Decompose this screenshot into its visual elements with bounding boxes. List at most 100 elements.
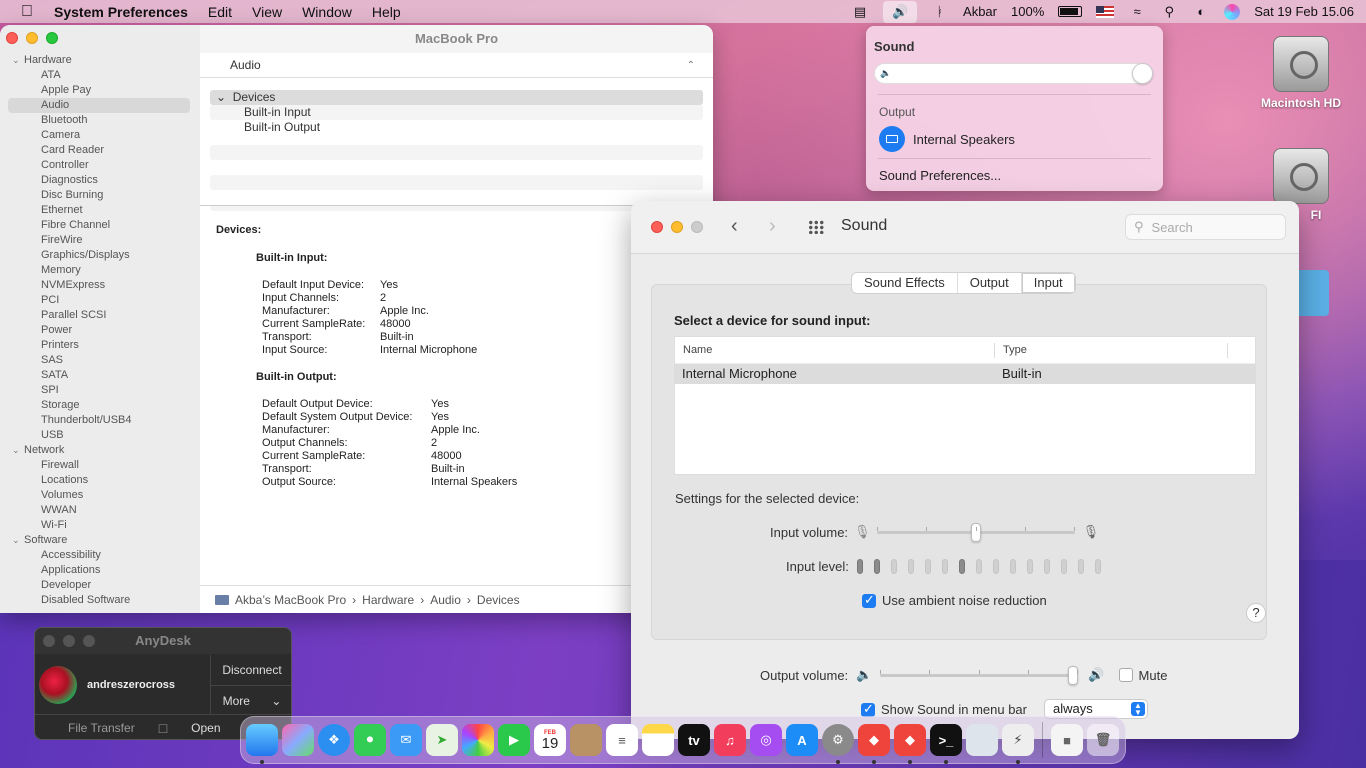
sidebar-item[interactable]: SATA [0,368,200,383]
path-item[interactable]: Devices [477,593,520,607]
collapse-chevron-icon[interactable]: ⌃ [687,53,695,78]
menu-view[interactable]: View [252,4,282,20]
sidebar-item[interactable]: Volumes [0,488,200,503]
ambient-noise-checkbox[interactable] [862,592,876,608]
sidebar-item[interactable]: Bluetooth [0,113,200,128]
sidebar-item[interactable]: Applications [0,563,200,578]
notes-icon[interactable] [642,724,674,756]
apple-menu-icon[interactable]:  [18,3,36,21]
minimize-button[interactable] [671,221,683,233]
sidebar-item[interactable]: Memory [0,263,200,278]
contacts-icon[interactable] [570,724,602,756]
sidebar-item[interactable]: WWAN [0,503,200,518]
sidebar-item[interactable]: Parallel SCSI [0,308,200,323]
anydesk-icon[interactable]: ◆ [858,724,890,764]
show-in-menubar-row[interactable]: Show Sound in menu bar [861,701,1027,717]
column-type-header[interactable]: Type [995,343,1228,358]
user-name[interactable]: Akbar [963,4,997,19]
zoom-button[interactable] [83,635,95,647]
table-row[interactable]: Internal Microphone Built-in [675,364,1255,384]
input-volume-thumb[interactable] [970,522,981,542]
bluetooth-icon[interactable]: ᛓ [931,4,949,20]
path-item[interactable]: Audio [430,593,461,607]
show-all-grid-icon[interactable] [808,220,824,234]
input-volume-slider[interactable] [876,522,1075,542]
path-item[interactable]: Hardware [362,593,414,607]
maps-icon[interactable]: ➤ [426,724,458,756]
podcasts-icon[interactable]: ◎ [750,724,782,756]
photos-icon[interactable] [462,724,494,756]
volume-slider-knob[interactable] [1132,63,1153,84]
sidebar-group[interactable]: ⌄ Software [0,533,200,548]
menu-window[interactable]: Window [302,4,352,20]
menu-edit[interactable]: Edit [208,4,232,20]
section-header[interactable]: Audio ⌃ [200,53,713,78]
tab-output[interactable]: Output [958,273,1022,293]
sidebar-item[interactable]: Camera [0,128,200,143]
sidebar-item[interactable]: Card Reader [0,143,200,158]
sidebar-item[interactable]: Controller [0,158,200,173]
sidebar-item[interactable]: Diagnostics [0,173,200,188]
output-device-internal-speakers[interactable]: Internal Speakers [879,126,1015,152]
spotlight-search-icon[interactable]: ⚲ [1160,4,1178,20]
sound-preferences-link[interactable]: Sound Preferences... [879,168,1001,183]
system-information-icon[interactable]: ⚡ [1002,724,1034,764]
sidebar-item[interactable]: Developer [0,578,200,593]
sidebar-item[interactable]: Printers [0,338,200,353]
sidebar-item[interactable]: Audio [8,98,190,113]
close-button[interactable] [43,635,55,647]
open-button[interactable]: Open [191,721,220,735]
sidebar-item[interactable]: Firewall [0,458,200,473]
safari-icon[interactable]: ❖ [318,724,350,756]
finder-icon[interactable] [246,724,278,764]
show-in-menubar-checkbox[interactable] [861,701,875,717]
chevron-down-icon[interactable]: ⌄ [12,533,24,548]
siri-icon[interactable] [1224,3,1241,20]
sidebar-item[interactable]: Apple Pay [0,83,200,98]
close-button[interactable] [651,221,663,233]
sidebar-item[interactable]: Ethernet [0,203,200,218]
forward-arrow-icon[interactable]: › [769,215,776,238]
popover-volume-slider[interactable]: 🔈 [874,63,1153,84]
volume-icon[interactable]: 🔊 [883,0,918,23]
system-preferences-icon[interactable]: ⚙ [822,724,854,764]
minimize-button[interactable] [26,32,38,44]
tree-builtin-input[interactable]: Built-in Input [210,105,703,120]
sidebar-item[interactable]: NVMExpress [0,278,200,293]
tab-input[interactable]: Input [1021,273,1075,293]
sidebar-item[interactable]: Graphics/Displays [0,248,200,263]
sidebar-item[interactable]: SPI [0,383,200,398]
tree-devices[interactable]: ⌄ Devices [210,90,703,105]
chevron-down-icon[interactable]: ⌄ [12,443,24,458]
sidebar-group[interactable]: ⌄ Hardware [0,53,200,68]
output-volume-slider[interactable] [880,665,1079,685]
sidebar-item[interactable]: Wi-Fi [0,518,200,533]
control-center-icon[interactable]: ◐ [1192,4,1210,20]
activity-monitor-icon[interactable]: ▤ [851,4,869,20]
path-item[interactable]: Akba’s MacBook Pro [235,593,346,607]
reminders-icon[interactable]: ≡ [606,724,638,756]
back-arrow-icon[interactable]: ‹ [731,215,738,238]
zoom-button[interactable] [46,32,58,44]
search-field[interactable]: ⚲ Search [1125,214,1286,240]
disconnect-button[interactable]: Disconnect [210,655,291,685]
mute-checkbox[interactable] [1118,668,1133,682]
tab-sound-effects[interactable]: Sound Effects [852,273,958,293]
apple-tv-icon[interactable]: tv [678,724,710,756]
app-menu[interactable]: System Preferences [54,4,188,20]
sidebar-item[interactable]: Fibre Channel [0,218,200,233]
sidebar-item[interactable]: SAS [0,353,200,368]
close-button[interactable] [6,32,18,44]
sidebar-item[interactable]: Storage [0,398,200,413]
mail-icon[interactable]: ✉ [390,724,422,756]
downloads-stack-icon[interactable]: ■ [1051,724,1083,756]
messages-icon[interactable]: ⚫ [354,724,386,756]
column-name-header[interactable]: Name [675,343,995,358]
chat-icon[interactable]: □ [159,720,167,736]
screenshot-icon[interactable] [966,724,998,756]
output-volume-thumb[interactable] [1068,665,1079,685]
calendar-icon[interactable]: FEB 19 [534,724,566,756]
more-button[interactable]: More ⌄ [210,685,291,715]
sidebar-item[interactable]: Accessibility [0,548,200,563]
terminal-icon[interactable]: >_ [930,724,962,764]
